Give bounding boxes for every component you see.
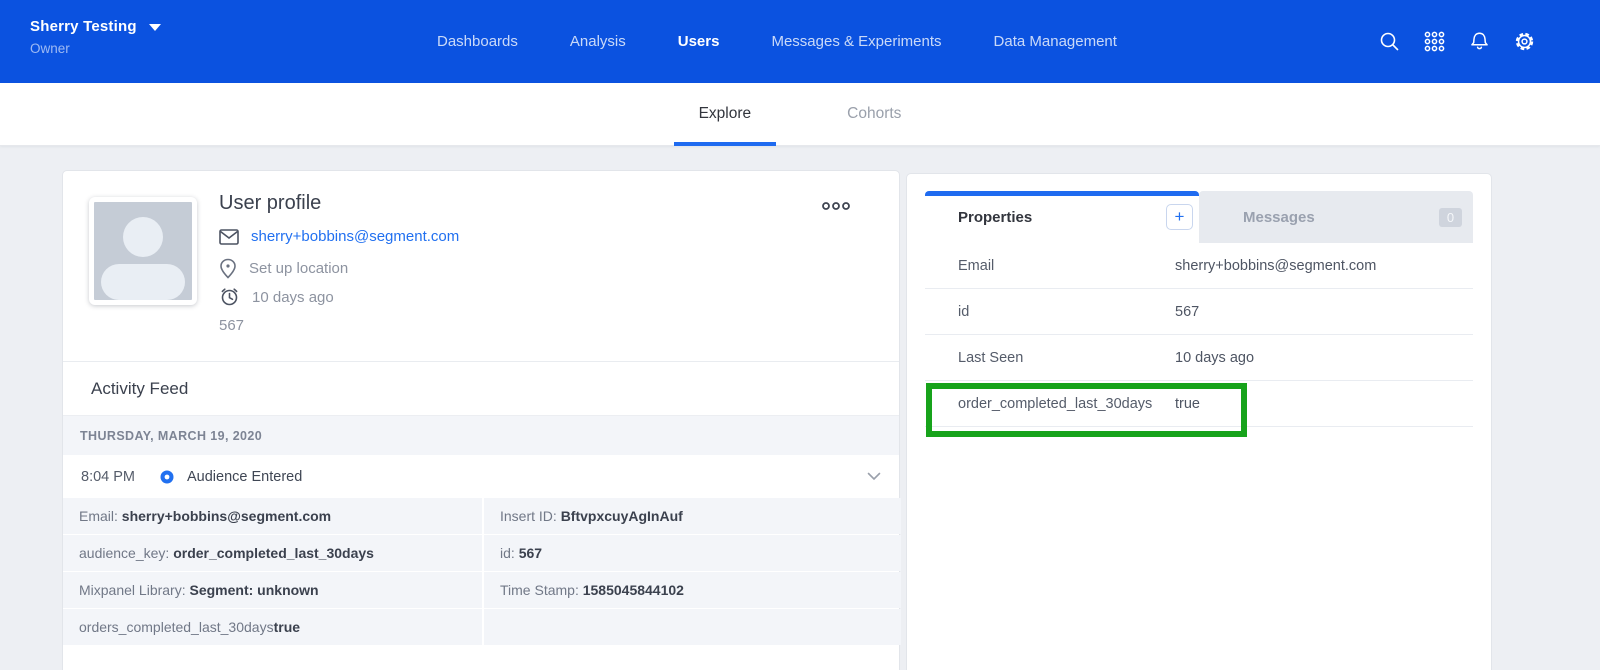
property-key: Last Seen	[925, 350, 1175, 366]
tab-explore-label: Explore	[699, 105, 752, 123]
workspace-role: Owner	[30, 41, 161, 56]
property-row: Last Seen 10 days ago	[925, 335, 1473, 381]
event-property-cell: orders_completed_last_30daystrue	[63, 609, 482, 645]
event-property-cell: Insert ID: BftvpxcuyAgInAuf	[484, 498, 901, 534]
workspace-name[interactable]: Sherry Testing	[30, 18, 137, 35]
properties-panel-card: Properties + Messages 0 Email sherry+bob…	[906, 173, 1492, 670]
event-property-cell: Mixpanel Library: Segment: unknown	[63, 572, 482, 608]
notifications-bell-icon[interactable]	[1468, 30, 1491, 53]
property-key: Email	[925, 258, 1175, 274]
envelope-icon	[219, 229, 239, 245]
profile-user-id: 567	[219, 317, 244, 334]
event-property-cell: Email: sherry+bobbins@segment.com	[63, 498, 482, 534]
property-value-email-link[interactable]: sherry+bobbins@segment.com	[1175, 258, 1376, 274]
profile-header: User profile sherry+bobbins@segment.com …	[63, 171, 899, 361]
profile-email-link[interactable]: sherry+bobbins@segment.com	[251, 228, 459, 245]
chevron-down-icon[interactable]	[867, 472, 881, 481]
more-options-icon[interactable]	[821, 201, 851, 211]
tab-messages[interactable]: Messages 0	[1199, 191, 1473, 243]
nav-analysis[interactable]: Analysis	[570, 33, 626, 50]
nav-data-management[interactable]: Data Management	[994, 33, 1117, 50]
profile-location[interactable]: Set up location	[249, 260, 348, 277]
event-property-cell	[484, 609, 901, 645]
tab-explore[interactable]: Explore	[674, 83, 777, 146]
tab-cohorts[interactable]: Cohorts	[822, 83, 926, 146]
activity-feed-title: Activity Feed	[63, 361, 899, 415]
topbar-icon-group	[1378, 0, 1536, 83]
user-profile-card: User profile sherry+bobbins@segment.com …	[62, 170, 900, 670]
workspace-switcher[interactable]: Sherry Testing Owner	[30, 18, 161, 56]
properties-panel-tabs: Properties + Messages 0	[925, 191, 1473, 243]
messages-count-badge: 0	[1439, 208, 1462, 227]
property-row-highlighted: order_completed_last_30days true	[925, 381, 1473, 427]
event-name: Audience Entered	[187, 469, 302, 485]
tab-properties-label: Properties	[925, 209, 1032, 226]
location-pin-icon	[219, 258, 237, 279]
property-row: id 567	[925, 289, 1473, 335]
property-row: Email sherry+bobbins@segment.com	[925, 243, 1473, 289]
event-properties-grid: Email: sherry+bobbins@segment.com Insert…	[63, 498, 899, 645]
property-value: 567	[1175, 304, 1199, 320]
tab-messages-label: Messages	[1199, 209, 1315, 226]
property-value: true	[1175, 396, 1200, 412]
top-navigation-bar: Sherry Testing Owner Dashboards Analysis…	[0, 0, 1600, 83]
activity-date-header: THURSDAY, MARCH 19, 2020	[63, 415, 899, 455]
nav-users[interactable]: Users	[678, 33, 720, 50]
apps-grid-icon[interactable]	[1423, 30, 1446, 53]
active-tab-underline	[674, 142, 777, 146]
event-property-cell: audience_key: order_completed_last_30day…	[63, 535, 482, 571]
nav-messages-experiments[interactable]: Messages & Experiments	[771, 33, 941, 50]
main-nav: Dashboards Analysis Users Messages & Exp…	[437, 0, 1117, 83]
property-key: id	[925, 304, 1175, 320]
event-property-cell: Time Stamp: 1585045844102	[484, 572, 901, 608]
event-time: 8:04 PM	[81, 469, 159, 485]
page-tab-bar: Explore Cohorts	[0, 83, 1600, 146]
profile-title: User profile	[219, 192, 321, 215]
nav-dashboards[interactable]: Dashboards	[437, 33, 518, 50]
profile-last-seen: 10 days ago	[252, 289, 334, 306]
settings-gear-icon[interactable]	[1513, 30, 1536, 53]
tab-cohorts-label: Cohorts	[847, 105, 901, 123]
alarm-clock-icon	[219, 287, 240, 307]
search-icon[interactable]	[1378, 30, 1401, 53]
activity-event-row[interactable]: 8:04 PM Audience Entered	[63, 455, 899, 498]
property-value: 10 days ago	[1175, 350, 1254, 366]
avatar	[89, 197, 197, 305]
audience-marker-icon	[159, 469, 175, 485]
add-property-button[interactable]: +	[1166, 204, 1193, 230]
workspace-caret-down-icon	[149, 24, 161, 31]
event-property-cell: id: 567	[484, 535, 901, 571]
tab-properties[interactable]: Properties +	[925, 191, 1199, 243]
property-key: order_completed_last_30days	[925, 396, 1175, 412]
